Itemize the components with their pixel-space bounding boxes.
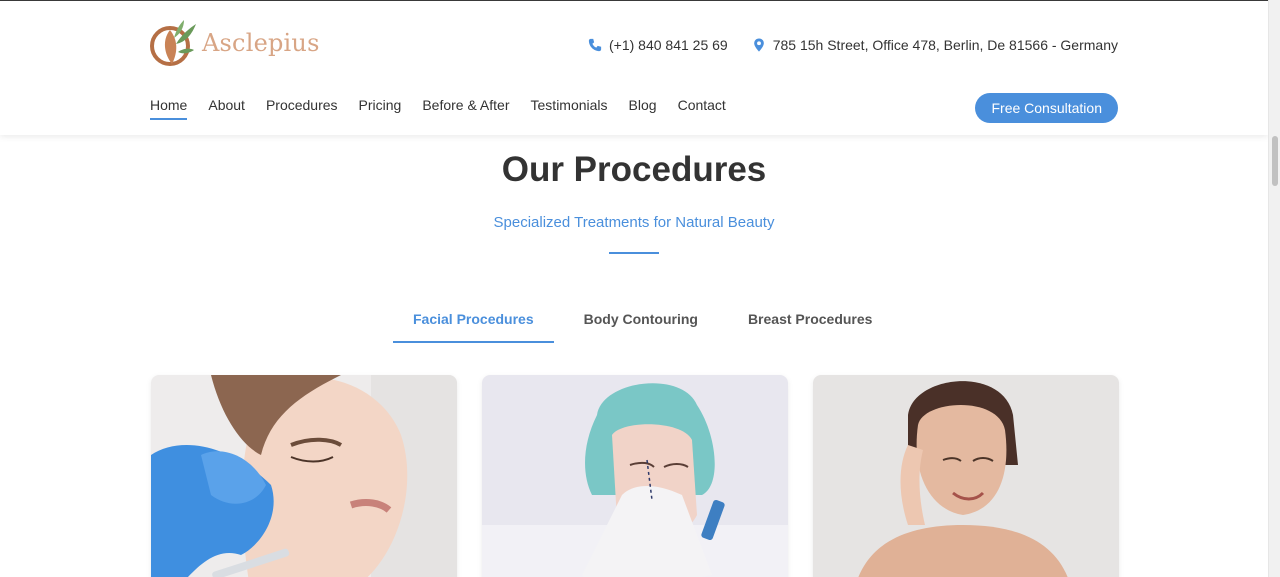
logo-mark-icon	[150, 20, 196, 66]
nav-item-about[interactable]: About	[208, 97, 245, 117]
phone-contact[interactable]: (+1) 840 841 25 69	[588, 37, 728, 53]
woman-in-surgical-cap-nose-procedure-image	[482, 375, 788, 577]
nav-item-procedures[interactable]: Procedures	[266, 97, 338, 117]
scrollbar-thumb[interactable]	[1272, 136, 1278, 186]
logo[interactable]: Asclepius	[150, 17, 320, 69]
nav-item-before-after[interactable]: Before & After	[422, 97, 509, 117]
procedure-card[interactable]	[482, 375, 788, 577]
section-divider	[609, 252, 659, 254]
nav-item-contact[interactable]: Contact	[678, 97, 726, 117]
procedure-cards	[151, 375, 1144, 577]
free-consultation-button[interactable]: Free Consultation	[975, 93, 1118, 123]
smiling-woman-touching-face-image	[813, 375, 1119, 577]
map-pin-icon	[753, 38, 764, 52]
nav-item-pricing[interactable]: Pricing	[359, 97, 402, 117]
nav-item-blog[interactable]: Blog	[629, 97, 657, 117]
phone-icon	[588, 38, 602, 52]
main-nav: Home About Procedures Pricing Before & A…	[150, 97, 747, 120]
procedure-card[interactable]	[151, 375, 457, 577]
contact-info: (+1) 840 841 25 69 785 15h Street, Offic…	[588, 37, 1118, 53]
tab-body-contouring[interactable]: Body Contouring	[564, 303, 718, 343]
page-scrollbar[interactable]	[1268, 0, 1280, 577]
tab-breast-procedures[interactable]: Breast Procedures	[728, 303, 893, 343]
tab-facial-procedures[interactable]: Facial Procedures	[393, 303, 554, 343]
nav-item-home[interactable]: Home	[150, 97, 188, 120]
phone-number: (+1) 840 841 25 69	[609, 37, 728, 53]
procedure-card[interactable]	[813, 375, 1119, 577]
site-header: Asclepius (+1) 840 841 25 69 785 15h Str…	[0, 1, 1268, 135]
section-subtitle: Specialized Treatments for Natural Beaut…	[493, 214, 775, 231]
brand-name: Asclepius	[202, 29, 320, 57]
page: Asclepius (+1) 840 841 25 69 785 15h Str…	[0, 0, 1268, 577]
procedure-tabs: Facial Procedures Body Contouring Breast…	[393, 303, 892, 343]
address-text: 785 15h Street, Office 478, Berlin, De 8…	[772, 37, 1118, 53]
nav-item-testimonials[interactable]: Testimonials	[531, 97, 608, 117]
section-title: Our Procedures	[501, 150, 767, 189]
address-contact[interactable]: 785 15h Street, Office 478, Berlin, De 8…	[752, 37, 1118, 53]
woman-receiving-facial-injection-image	[151, 375, 457, 577]
